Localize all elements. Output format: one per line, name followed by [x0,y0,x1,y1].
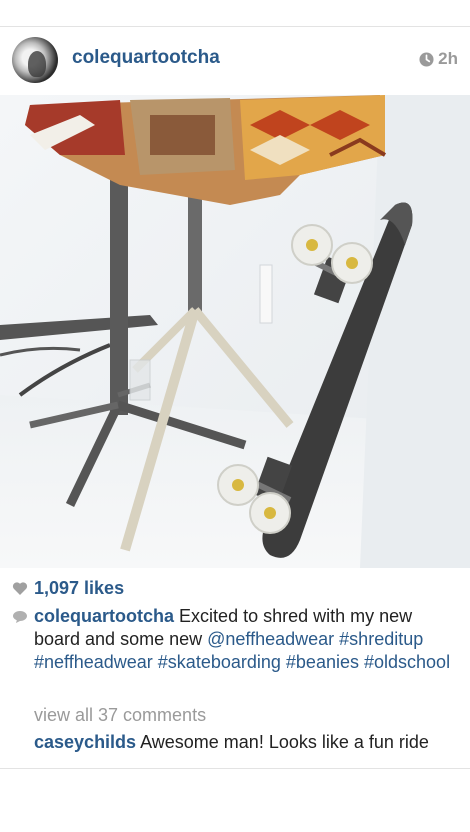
comment-bubble-icon [13,611,27,623]
heart-icon [12,582,28,595]
mention-link[interactable]: @neffheadwear [207,629,334,649]
hashtag-link[interactable]: #oldschool [364,652,450,672]
post-timestamp: 2h [419,49,458,69]
hashtag-link[interactable]: #beanies [286,652,359,672]
bottom-divider [0,768,470,769]
caption-text: colequartootcha Excited to shred with my… [34,605,458,674]
caption: colequartootcha Excited to shred with my… [12,605,458,674]
post-header: colequartootcha 2h [0,27,470,95]
likes-row[interactable]: 1,097 likes [12,578,124,599]
likes-count[interactable]: 1,097 likes [34,578,124,599]
post-username[interactable]: colequartootcha [72,47,220,69]
clock-icon [419,51,434,67]
post-photo[interactable] [0,95,470,568]
time-label: 2h [438,49,458,68]
view-all-comments-link[interactable]: view all 37 comments [34,705,206,726]
caption-username[interactable]: colequartootcha [34,606,174,626]
comment-username[interactable]: caseychilds [34,732,136,752]
hashtag-link[interactable]: #neffheadwear [34,652,153,672]
hashtag-link[interactable]: #skateboarding [158,652,281,672]
comment: caseychilds Awesome man! Looks like a fu… [34,731,458,768]
comment-text: Awesome man! Looks like a fun ride [140,732,429,752]
avatar[interactable] [12,37,58,83]
hashtag-link[interactable]: #shreditup [339,629,423,649]
